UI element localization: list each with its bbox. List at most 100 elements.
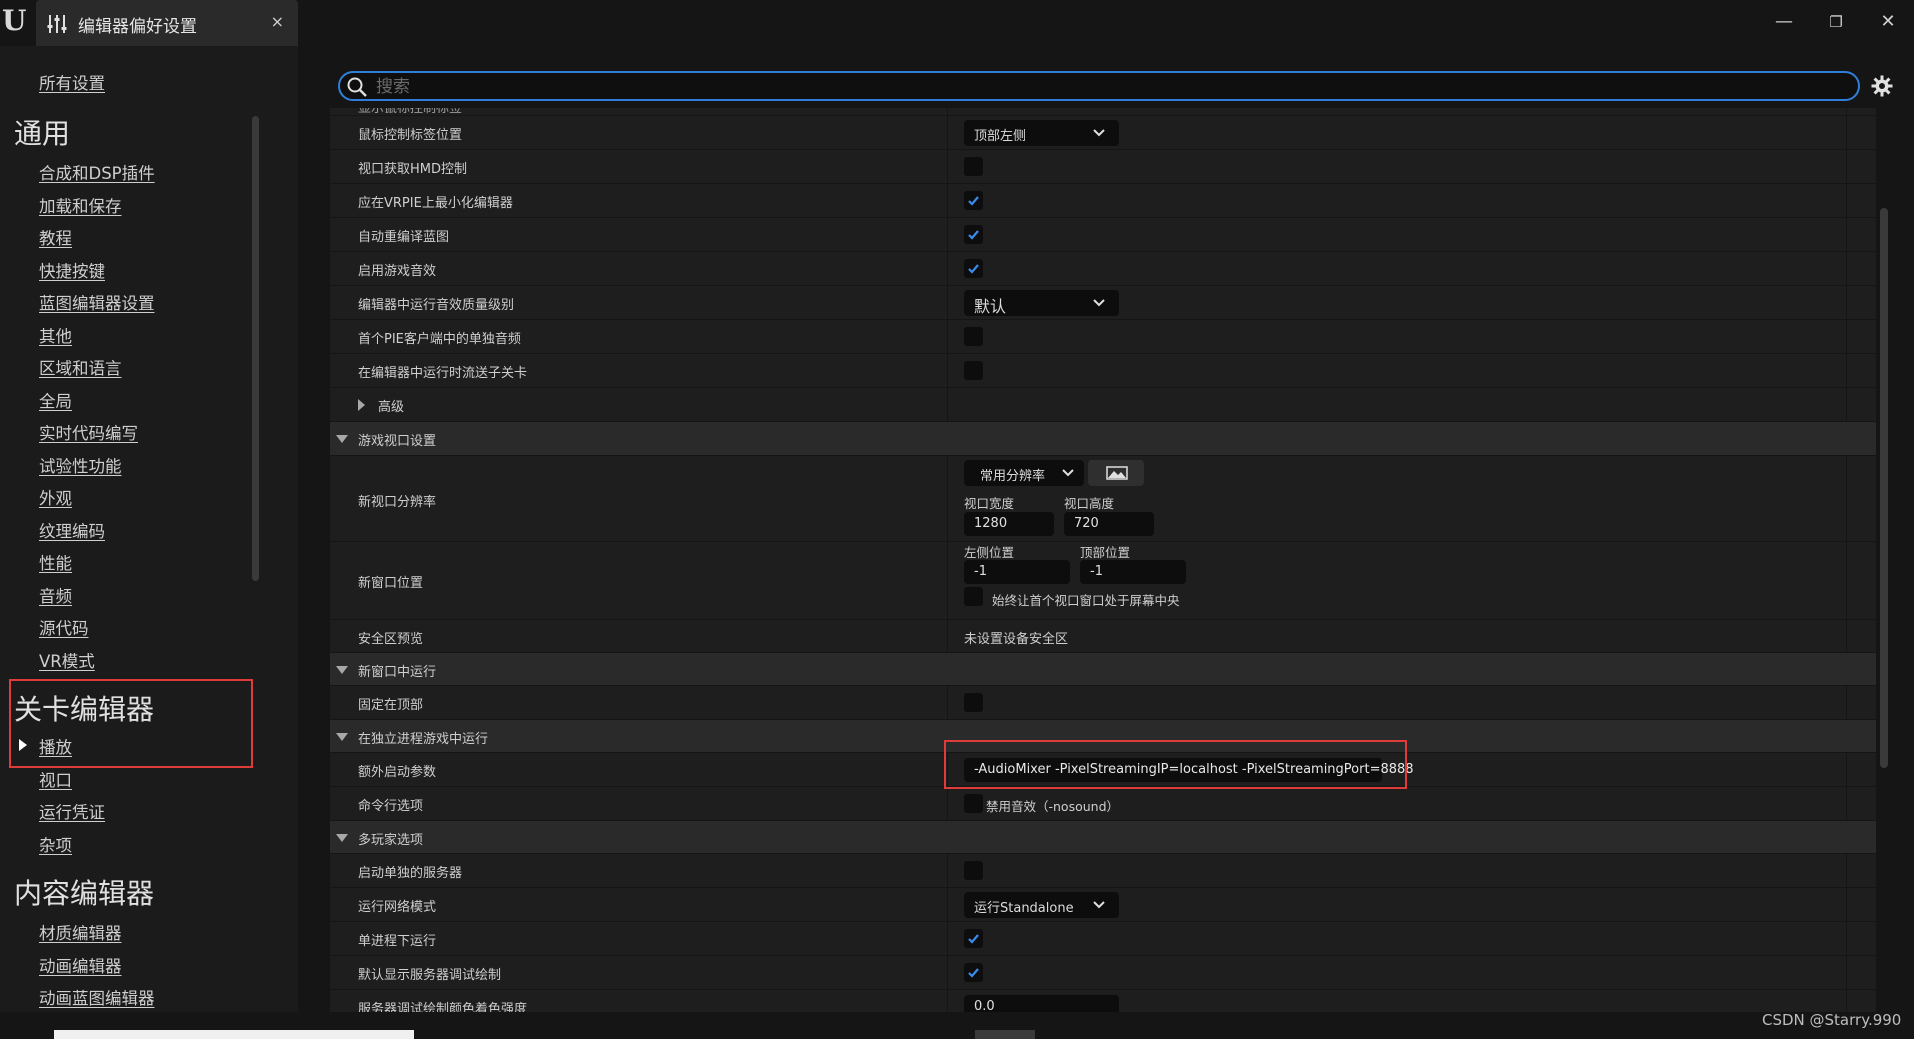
sidebar-item[interactable]: 实时代码编写 [39, 420, 138, 444]
viewport-height-input[interactable]: 720 [1064, 512, 1154, 536]
nosound-checkbox[interactable] [964, 794, 983, 813]
sidebar-item[interactable]: 教程 [39, 225, 72, 249]
highlight-box-extra-args [944, 740, 1407, 789]
aspect-image-button[interactable] [1088, 460, 1144, 486]
taskbar-fragment [54, 1030, 414, 1039]
minimize-icon[interactable]: — [1764, 8, 1804, 36]
settings-row: 安全区预览 未设置设备安全区 [330, 620, 1876, 653]
sidebar-item[interactable]: 其他 [39, 323, 72, 347]
viewport-width-label: 视口宽度 [964, 496, 1015, 511]
sidebar-item[interactable]: 全局 [39, 388, 72, 412]
viewport-hmd-checkbox[interactable] [964, 157, 983, 176]
server-debug-color-input[interactable]: 0.0 [964, 995, 1119, 1012]
sidebar-item[interactable]: 音频 [39, 583, 72, 607]
center-window-checkbox[interactable] [964, 587, 983, 606]
single-process-checkbox[interactable] [964, 929, 983, 948]
chevron-down-icon [1093, 901, 1105, 909]
advanced-expander[interactable]: 高级 [330, 388, 1876, 422]
settings-row: 自动重编译蓝图 [330, 218, 1876, 252]
image-icon [1106, 466, 1128, 480]
viewport-width-input[interactable]: 1280 [964, 512, 1054, 536]
dropdown-value: 运行Standalone [974, 901, 1074, 916]
category-label: 多玩家选项 [358, 833, 424, 848]
setting-label: 运行网络模式 [358, 900, 437, 915]
always-on-top-checkbox[interactable] [964, 693, 983, 712]
sidebar-item-play[interactable]: 播放 [39, 734, 72, 758]
settings-row-viewport-resolution: 新视口分辨率 常用分辨率 视口宽度 视口高度 1280 720 [330, 456, 1876, 542]
sidebar-item[interactable]: VR模式 [39, 648, 95, 672]
sliders-icon [47, 15, 67, 33]
window-close-icon[interactable]: ✕ [1868, 8, 1908, 36]
checkmark-icon [968, 264, 979, 274]
settings-row: 应在VRPIE上最小化编辑器 [330, 184, 1876, 218]
sidebar-item[interactable]: 区域和语言 [39, 355, 122, 379]
search-input[interactable] [374, 75, 1778, 99]
settings-row: 启动单独的服务器 [330, 854, 1876, 888]
sidebar-section-content-editor: 内容编辑器 [14, 877, 155, 910]
settings-row: 默认显示服务器调试绘制 [330, 956, 1876, 990]
sidebar-item[interactable]: 材质编辑器 [39, 920, 122, 944]
sidebar-item[interactable]: 试验性功能 [39, 453, 122, 477]
category-game-viewport[interactable]: 游戏视口设置 [330, 422, 1876, 456]
sidebar-item[interactable]: 纹理编码 [39, 518, 105, 542]
gear-icon[interactable] [1870, 74, 1894, 98]
dropdown-value: 常用分辨率 [980, 469, 1046, 484]
sidebar-item[interactable]: 蓝图编辑器设置 [39, 290, 155, 314]
nosound-label: 禁用音效（-nosound） [986, 799, 1120, 814]
sidebar-item[interactable]: 动画蓝图编辑器 [39, 985, 155, 1009]
sidebar-item[interactable]: 合成和DSP插件 [39, 160, 155, 184]
sidebar-item[interactable]: 运行凭证 [39, 799, 105, 823]
chevron-down-icon [1062, 469, 1074, 477]
separate-server-checkbox[interactable] [964, 861, 983, 880]
setting-label: 默认显示服务器调试绘制 [358, 968, 502, 983]
mouse-label-position-dropdown[interactable]: 顶部左侧 [964, 120, 1119, 146]
sidebar-item[interactable]: 性能 [39, 550, 72, 574]
sidebar-item-all-settings[interactable]: 所有设置 [39, 70, 105, 94]
stream-sublevels-checkbox[interactable] [964, 361, 983, 380]
settings-row: 启用游戏音效 [330, 252, 1876, 286]
category-label: 游戏视口设置 [358, 434, 437, 449]
sidebar-item[interactable]: 快捷按键 [39, 258, 105, 282]
category-new-window[interactable]: 新窗口中运行 [330, 653, 1876, 686]
checkmark-icon [968, 230, 979, 240]
search-box[interactable] [338, 71, 1860, 101]
sidebar-item[interactable]: 视口 [39, 767, 72, 791]
sidebar-item[interactable]: 源代码 [39, 615, 89, 639]
sidebar-section-general: 通用 [14, 117, 71, 150]
auto-recompile-checkbox[interactable] [964, 225, 983, 244]
sidebar-item[interactable]: 加载和保存 [39, 193, 122, 217]
settings-row: 运行网络模式 运行Standalone [330, 888, 1876, 922]
common-resolution-dropdown[interactable]: 常用分辨率 [964, 460, 1084, 486]
settings-row-window-position: 新窗口位置 左侧位置 顶部位置 -1 -1 始终让首个视口窗口处于屏幕中央 [330, 542, 1876, 620]
close-tab-icon[interactable]: × [271, 12, 284, 31]
setting-label: 编辑器中运行音效质量级别 [358, 298, 515, 313]
game-sound-checkbox[interactable] [964, 259, 983, 278]
watermark: CSDN @Starry.990 [1762, 1011, 1902, 1029]
sidebar-item[interactable]: 杂项 [39, 832, 72, 856]
setting-label: 新窗口位置 [358, 576, 424, 591]
left-position-label: 左侧位置 [964, 545, 1015, 560]
settings-row: 在编辑器中运行时流送子关卡 [330, 354, 1876, 388]
chevron-down-icon [1093, 129, 1105, 137]
selected-caret-icon [19, 739, 27, 751]
settings-row: 首个PIE客户端中的单独音频 [330, 320, 1876, 354]
top-position-label: 顶部位置 [1080, 545, 1131, 560]
restore-icon[interactable]: ❐ [1816, 8, 1856, 36]
settings-row: 服务器调试绘制颜色着色强度 0.0 [330, 990, 1876, 1012]
server-debug-draw-checkbox[interactable] [964, 963, 983, 982]
collapse-arrow-icon [336, 733, 348, 741]
sidebar-scrollbar[interactable] [252, 116, 259, 581]
net-mode-dropdown[interactable]: 运行Standalone [964, 892, 1119, 918]
tab-editor-preferences[interactable]: 编辑器偏好设置 × [36, 0, 298, 46]
left-position-input[interactable]: -1 [964, 560, 1070, 584]
sidebar-item[interactable]: 动画编辑器 [39, 953, 122, 977]
top-position-input[interactable]: -1 [1080, 560, 1186, 584]
sidebar-item[interactable]: 外观 [39, 485, 72, 509]
setting-label: 安全区预览 [358, 632, 424, 647]
audio-quality-dropdown[interactable]: 默认 [964, 290, 1119, 316]
minimize-vrpie-checkbox[interactable] [964, 191, 983, 210]
category-multiplayer[interactable]: 多玩家选项 [330, 821, 1876, 854]
pie-audio-checkbox[interactable] [964, 327, 983, 346]
settings-scrollbar[interactable] [1880, 208, 1888, 768]
dropdown-value: 默认 [974, 297, 1007, 316]
